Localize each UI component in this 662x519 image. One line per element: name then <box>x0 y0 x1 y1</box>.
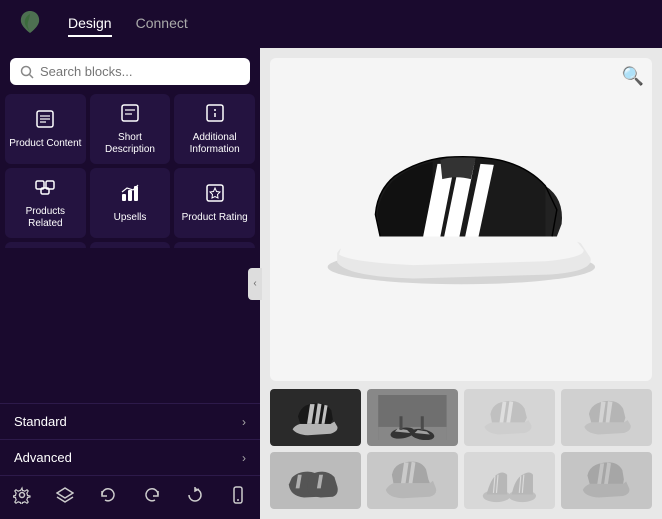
thumbnail-3[interactable] <box>464 389 555 446</box>
top-navigation: Design Connect <box>0 0 662 48</box>
block-upsells-label: Upsells <box>114 212 147 224</box>
block-product-content[interactable]: Product Content <box>5 94 86 164</box>
mobile-icon[interactable] <box>221 478 255 517</box>
zoom-icon[interactable]: 🔍 <box>622 66 644 87</box>
thumbnails-grid <box>270 389 652 509</box>
search-input[interactable] <box>40 64 240 79</box>
block-product-rating-icon <box>204 182 226 208</box>
block-additional-information-icon <box>204 102 226 128</box>
block-products-related-icon <box>34 176 56 202</box>
block-additional-information[interactable]: Additional Information <box>174 94 255 164</box>
main-layout: Product Content Short Description Additi… <box>0 48 662 519</box>
block-short-description-icon <box>119 102 141 128</box>
thumbnail-1[interactable] <box>270 389 361 446</box>
redo-icon[interactable] <box>135 478 169 517</box>
gear-icon[interactable] <box>5 478 39 517</box>
logo <box>16 8 44 41</box>
tab-connect[interactable]: Connect <box>136 11 188 37</box>
thumbnail-4[interactable] <box>561 389 652 446</box>
block-product-content-icon <box>34 108 56 134</box>
thumbnail-5[interactable] <box>270 452 361 509</box>
thumbnail-6[interactable] <box>367 452 458 509</box>
section-advanced-label: Advanced <box>14 450 72 465</box>
search-icon <box>20 65 34 79</box>
search-bar[interactable] <box>10 58 250 85</box>
thumbnail-7[interactable] <box>464 452 555 509</box>
chevron-right-icon: › <box>242 415 246 429</box>
main-product-image: 🔍 <box>270 58 652 381</box>
block-additional-information-label: Additional Information <box>178 132 251 156</box>
block-short-description-label: Short Description <box>94 132 167 156</box>
chevron-right-icon-2: › <box>242 451 246 465</box>
section-advanced[interactable]: Advanced › <box>0 439 260 475</box>
block-products-related[interactable]: Products Related <box>5 168 86 238</box>
blocks-grid: Product Content Short Description Additi… <box>0 93 260 248</box>
block-product-content-label: Product Content <box>9 138 81 150</box>
block-upsells-icon <box>119 182 141 208</box>
block-upsells[interactable]: Upsells <box>90 168 171 238</box>
refresh-icon[interactable] <box>178 478 212 517</box>
collapse-handle[interactable]: ‹ <box>248 268 262 300</box>
tab-design[interactable]: Design <box>68 11 112 37</box>
block-short-description[interactable]: Short Description <box>90 94 171 164</box>
block-product-rating-label: Product Rating <box>182 212 248 224</box>
thumbnail-8[interactable] <box>561 452 652 509</box>
content-area: 🔍 <box>260 48 662 519</box>
section-standard-label: Standard <box>14 414 67 429</box>
section-standard[interactable]: Standard › <box>0 403 260 439</box>
shoe-svg <box>299 82 624 357</box>
thumbnail-2[interactable] <box>367 389 458 446</box>
layers-icon[interactable] <box>48 478 82 517</box>
undo-icon[interactable] <box>91 478 125 517</box>
product-preview: 🔍 <box>260 48 662 519</box>
block-product-rating[interactable]: Product Rating <box>174 168 255 238</box>
bottom-toolbar <box>0 475 260 519</box>
block-products-related-label: Products Related <box>9 206 82 230</box>
sidebar: Product Content Short Description Additi… <box>0 48 260 519</box>
